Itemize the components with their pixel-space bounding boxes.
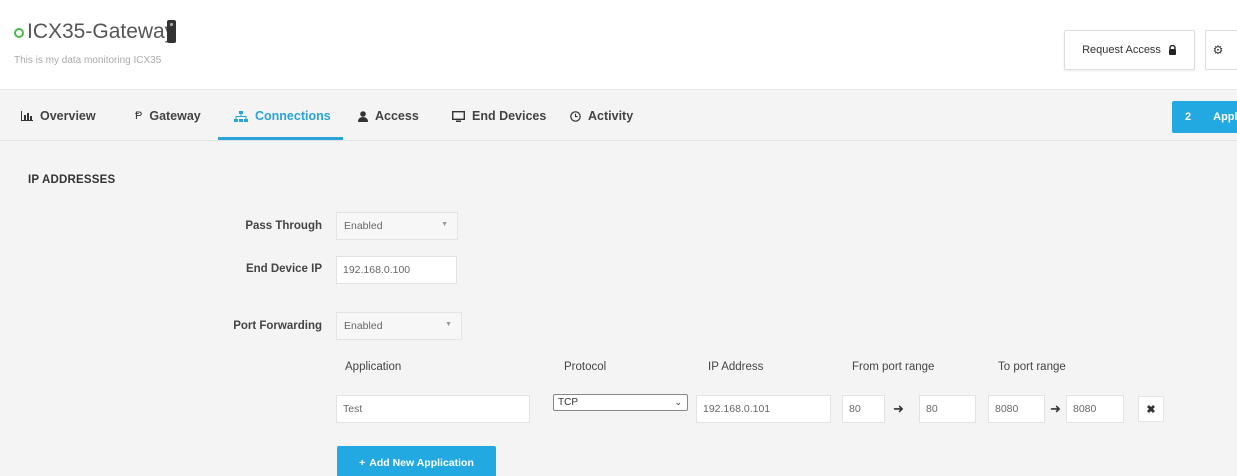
tab-label: Access [375, 109, 419, 123]
remove-row-button[interactable]: ✖ [1138, 396, 1164, 422]
tab-access[interactable]: Access [358, 91, 419, 141]
online-status-icon [14, 28, 24, 38]
user-icon [358, 110, 368, 122]
tab-label: Connections [255, 109, 331, 123]
device-header: ICX35-Gateway This is my data monitoring… [0, 0, 1237, 90]
column-header-application: Application [345, 361, 402, 373]
port-forwarding-value: Enabled [344, 320, 383, 332]
port-forwarding-label: Port Forwarding [233, 320, 322, 332]
arrow-right-icon: ➜ [1050, 401, 1061, 416]
device-title: ICX35-Gateway [27, 20, 176, 43]
add-button-label: Add New Application [369, 457, 474, 469]
tab-gateway[interactable]: Ᵽ Gateway [135, 91, 201, 141]
tab-activity[interactable]: Activity [570, 91, 633, 141]
arrow-right-icon: ➜ [893, 401, 904, 416]
to-port-end-input[interactable]: 8080 [1066, 395, 1124, 423]
end-device-ip-input[interactable]: 192.168.0.100 [336, 256, 457, 284]
tab-label: End Devices [472, 109, 547, 123]
sitemap-icon [234, 110, 248, 122]
column-header-protocol: Protocol [564, 361, 607, 373]
chevron-down-icon: ▼ [445, 321, 452, 328]
ip-address-input[interactable]: 192.168.0.101 [696, 395, 831, 423]
protocol-value: TCP [558, 397, 578, 408]
gear-icon: ⚙ [1212, 43, 1224, 57]
tab-connections[interactable]: Connections [234, 91, 331, 141]
bar-chart-icon [21, 111, 33, 121]
end-device-ip-label: End Device IP [245, 263, 322, 275]
pass-through-select[interactable]: Enabled ▼ [336, 212, 458, 240]
tab-end-devices[interactable]: End Devices [452, 91, 546, 141]
apply-label: Appl [1213, 111, 1237, 123]
pass-through-label: Pass Through [245, 220, 322, 232]
pass-through-value: Enabled [344, 220, 383, 232]
application-name-input[interactable]: Test [336, 395, 530, 423]
chevron-down-icon: ⌄ [674, 397, 682, 407]
settings-button[interactable]: ⚙ [1205, 30, 1237, 70]
tab-bar: Overview Ᵽ Gateway Connections Access En… [0, 91, 1237, 141]
tab-label: Overview [40, 109, 96, 123]
gateway-icon: Ᵽ [135, 110, 143, 122]
tab-label: Gateway [149, 109, 201, 123]
plus-icon: + [359, 457, 366, 469]
lock-icon [1168, 45, 1176, 55]
column-header-to-port-range: To port range [998, 361, 1066, 373]
tab-overview[interactable]: Overview [21, 91, 96, 141]
clock-icon [570, 110, 581, 122]
apply-button[interactable]: 2 Appl [1172, 101, 1237, 133]
add-new-application-button[interactable]: + Add New Application [337, 446, 496, 476]
chevron-down-icon: ▼ [441, 221, 448, 228]
column-header-from-port-range: From port range [852, 361, 935, 373]
device-description: This is my data monitoring ICX35 [14, 55, 162, 66]
to-port-start-input[interactable]: 8080 [988, 395, 1045, 423]
request-access-label: Request Access [1082, 44, 1161, 56]
section-title: IP ADDRESSES [28, 174, 116, 186]
protocol-select[interactable]: TCP ⌄ [553, 394, 688, 411]
from-port-end-input[interactable]: 80 [919, 395, 976, 423]
tab-label: Activity [588, 109, 634, 123]
request-access-button[interactable]: Request Access [1064, 30, 1195, 70]
column-header-ip-address: IP Address [708, 361, 764, 373]
close-icon: ✖ [1146, 403, 1156, 416]
active-tab-indicator [218, 137, 343, 140]
port-forwarding-select[interactable]: Enabled ▼ [336, 312, 462, 340]
from-port-start-input[interactable]: 80 [842, 395, 885, 423]
pending-count-badge: 2 [1185, 111, 1192, 123]
device-icon [167, 20, 176, 43]
monitor-icon [452, 110, 465, 122]
